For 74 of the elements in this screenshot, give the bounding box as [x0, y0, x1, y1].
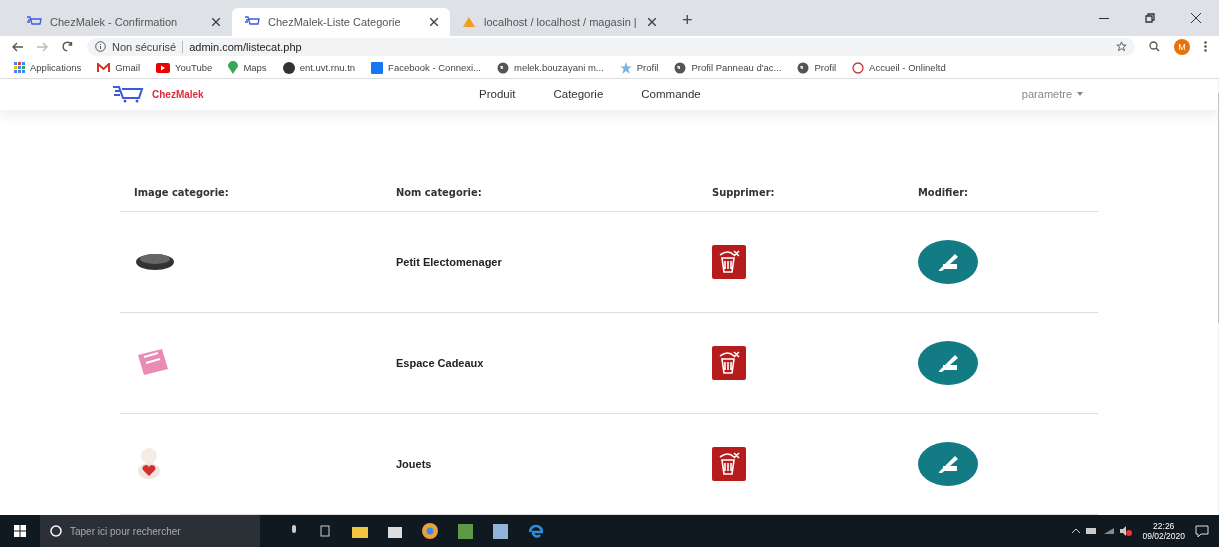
star-icon	[619, 61, 632, 74]
edit-button[interactable]	[918, 240, 978, 284]
caret-icon	[1077, 92, 1083, 97]
cart-icon	[244, 16, 260, 28]
tab-close-icon[interactable]	[430, 18, 438, 26]
apps-grid-icon	[14, 62, 25, 73]
bookmark-link[interactable]: Profil Panneau d'ac...	[674, 61, 782, 74]
bookmark-link[interactable]: Accueil - Onlineltd	[852, 61, 946, 74]
security-label: Non sécurisé	[112, 40, 177, 53]
new-tab-button[interactable]: +	[682, 10, 693, 31]
bookmark-link[interactable]: Applications	[14, 62, 82, 73]
brand-name[interactable]: ChezMalek	[152, 88, 204, 100]
taskbar-clock[interactable]: 22:26 09/02/2020	[1142, 520, 1185, 542]
star-icon[interactable]	[1116, 41, 1127, 52]
bookmark-link[interactable]: Facebook - Connexi...	[371, 61, 481, 74]
edit-button[interactable]	[918, 341, 978, 385]
globe-icon	[797, 61, 810, 74]
category-name: Jouets	[396, 458, 432, 470]
nav-link[interactable]: Commande	[641, 88, 701, 101]
globe-icon	[674, 61, 687, 74]
nav-link[interactable]: Produit	[479, 88, 516, 101]
reload-icon[interactable]	[62, 41, 73, 52]
category-name: Espace Cadeaux	[396, 357, 484, 369]
mail-icon	[97, 62, 111, 73]
column-header: Modifier:	[918, 185, 968, 199]
delete-button[interactable]	[712, 245, 746, 279]
ring-icon	[852, 61, 865, 74]
delete-button[interactable]	[712, 346, 746, 380]
delete-button[interactable]	[712, 447, 746, 481]
search-icon[interactable]	[1149, 41, 1160, 52]
database-icon	[462, 16, 476, 28]
bookmark-link[interactable]: Gmail	[97, 62, 141, 73]
browser-tab[interactable]: ChezMalek - Confirmation	[14, 8, 232, 36]
circle-icon	[282, 61, 295, 74]
info-icon	[95, 41, 106, 52]
windows-start-icon[interactable]	[14, 525, 26, 537]
folder-icon[interactable]	[352, 524, 368, 538]
bookmark-link[interactable]: Profil	[619, 61, 659, 74]
system-tray-icon[interactable]	[1072, 526, 1133, 536]
notification-icon[interactable]	[1195, 525, 1209, 537]
category-name: Petit Electomenager	[396, 256, 502, 268]
column-header: Supprimer:	[712, 185, 775, 199]
edge-browser-icon[interactable]	[528, 523, 543, 539]
cart-logo-icon	[112, 85, 144, 104]
browser-circle-icon[interactable]	[422, 523, 438, 539]
browser-tab[interactable]: localhost / localhost / magasin |	[450, 8, 668, 36]
tab-close-icon[interactable]	[212, 18, 220, 26]
browser-tab[interactable]: ChezMalek-Liste Categorie	[232, 8, 450, 36]
map-pin-icon	[228, 61, 239, 74]
close-icon[interactable]	[1191, 13, 1201, 23]
task-view-icon[interactable]	[318, 525, 332, 537]
bookmark-link[interactable]: ent.uvt.rnu.tn	[282, 61, 356, 74]
search-circle-icon	[50, 525, 62, 537]
video-icon	[156, 62, 171, 73]
cart-icon	[26, 16, 42, 28]
settings-dropdown[interactable]: parametre	[1021, 88, 1083, 101]
bookmark-link[interactable]: Maps	[228, 61, 267, 74]
globe-icon	[497, 61, 509, 74]
edit-button[interactable]	[918, 442, 978, 486]
column-header: Nom categorie:	[396, 185, 482, 199]
column-header: Image categorie:	[134, 185, 229, 199]
address-bar[interactable]: Non sécurisé admin.com/listecat.php	[87, 37, 1135, 56]
restore-icon[interactable]	[1145, 13, 1155, 23]
nav-link[interactable]: Categorie	[553, 88, 604, 101]
more-menu-icon[interactable]	[1204, 41, 1207, 52]
minimize-icon[interactable]	[1099, 17, 1109, 19]
url-text: admin.com/listecat.php	[189, 40, 302, 53]
bookmark-link[interactable]: Profil	[797, 61, 837, 74]
tab-close-icon[interactable]	[648, 18, 656, 26]
square-icon	[371, 61, 384, 74]
back-arrow-icon[interactable]	[12, 41, 23, 52]
bookmark-link[interactable]: melek.bouzayani m...	[497, 61, 604, 74]
taskbar-search-field[interactable]: Taper ici pour rechercher	[40, 515, 260, 547]
bookmark-link[interactable]: YouTube	[156, 62, 213, 73]
